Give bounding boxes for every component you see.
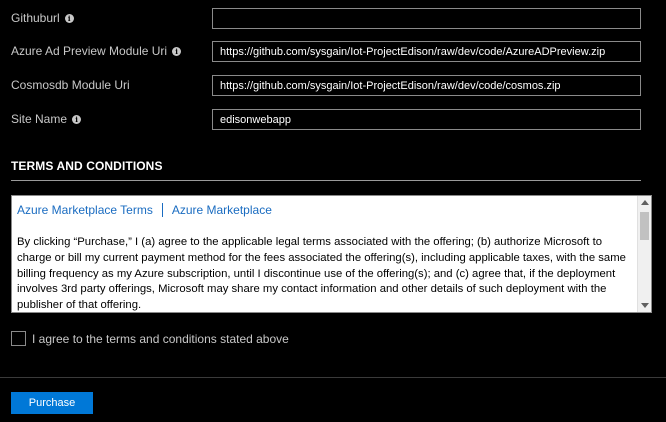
footer-divider bbox=[0, 377, 666, 378]
azure-ad-preview-module-uri-input[interactable] bbox=[212, 41, 641, 62]
scroll-up-arrow-icon[interactable] bbox=[641, 200, 649, 205]
field-label: Cosmosdb Module Uri bbox=[11, 78, 130, 92]
scroll-thumb[interactable] bbox=[640, 212, 649, 240]
field-site-name: Site Name i bbox=[0, 109, 666, 133]
githuburl-label: Githuburl bbox=[11, 11, 60, 25]
terms-links: Azure Marketplace Terms Azure Marketplac… bbox=[17, 203, 272, 217]
deployment-parameters-page: Githuburl i Azure Ad Preview Module Uri … bbox=[0, 0, 666, 422]
cosmosdb-module-uri-input[interactable] bbox=[212, 75, 641, 96]
info-icon[interactable]: i bbox=[172, 46, 182, 56]
field-azure-ad-preview-module-uri: Azure Ad Preview Module Uri i bbox=[0, 41, 666, 65]
terms-scrollbar[interactable] bbox=[637, 196, 651, 312]
info-icon[interactable]: i bbox=[64, 13, 74, 23]
site-name-input[interactable] bbox=[212, 109, 641, 130]
field-label: Azure Ad Preview Module Uri i bbox=[11, 44, 182, 58]
agree-label[interactable]: I agree to the terms and conditions stat… bbox=[32, 332, 289, 346]
agree-checkbox[interactable] bbox=[11, 331, 26, 346]
terms-body-text: By clicking “Purchase,” I (a) agree to t… bbox=[17, 236, 626, 312]
field-label: Site Name i bbox=[11, 112, 82, 126]
azure-ad-preview-module-uri-label: Azure Ad Preview Module Uri bbox=[11, 44, 168, 58]
link-separator bbox=[161, 203, 163, 217]
info-icon[interactable]: i bbox=[72, 114, 82, 124]
cosmosdb-module-uri-label: Cosmosdb Module Uri bbox=[11, 78, 130, 92]
field-githuburl: Githuburl i bbox=[0, 8, 666, 32]
agree-row: I agree to the terms and conditions stat… bbox=[11, 331, 289, 346]
scroll-down-arrow-icon[interactable] bbox=[641, 303, 649, 308]
azure-marketplace-terms-link[interactable]: Azure Marketplace Terms bbox=[17, 203, 153, 217]
azure-marketplace-link[interactable]: Azure Marketplace bbox=[172, 203, 272, 217]
terms-heading: TERMS AND CONDITIONS bbox=[11, 159, 163, 173]
purchase-button[interactable]: Purchase bbox=[11, 392, 93, 414]
githuburl-input[interactable] bbox=[212, 8, 641, 29]
site-name-label: Site Name bbox=[11, 112, 68, 126]
field-label: Githuburl i bbox=[11, 11, 74, 25]
terms-box[interactable]: Azure Marketplace Terms Azure Marketplac… bbox=[11, 195, 652, 313]
terms-divider bbox=[11, 180, 641, 181]
field-cosmosdb-module-uri: Cosmosdb Module Uri bbox=[0, 75, 666, 99]
